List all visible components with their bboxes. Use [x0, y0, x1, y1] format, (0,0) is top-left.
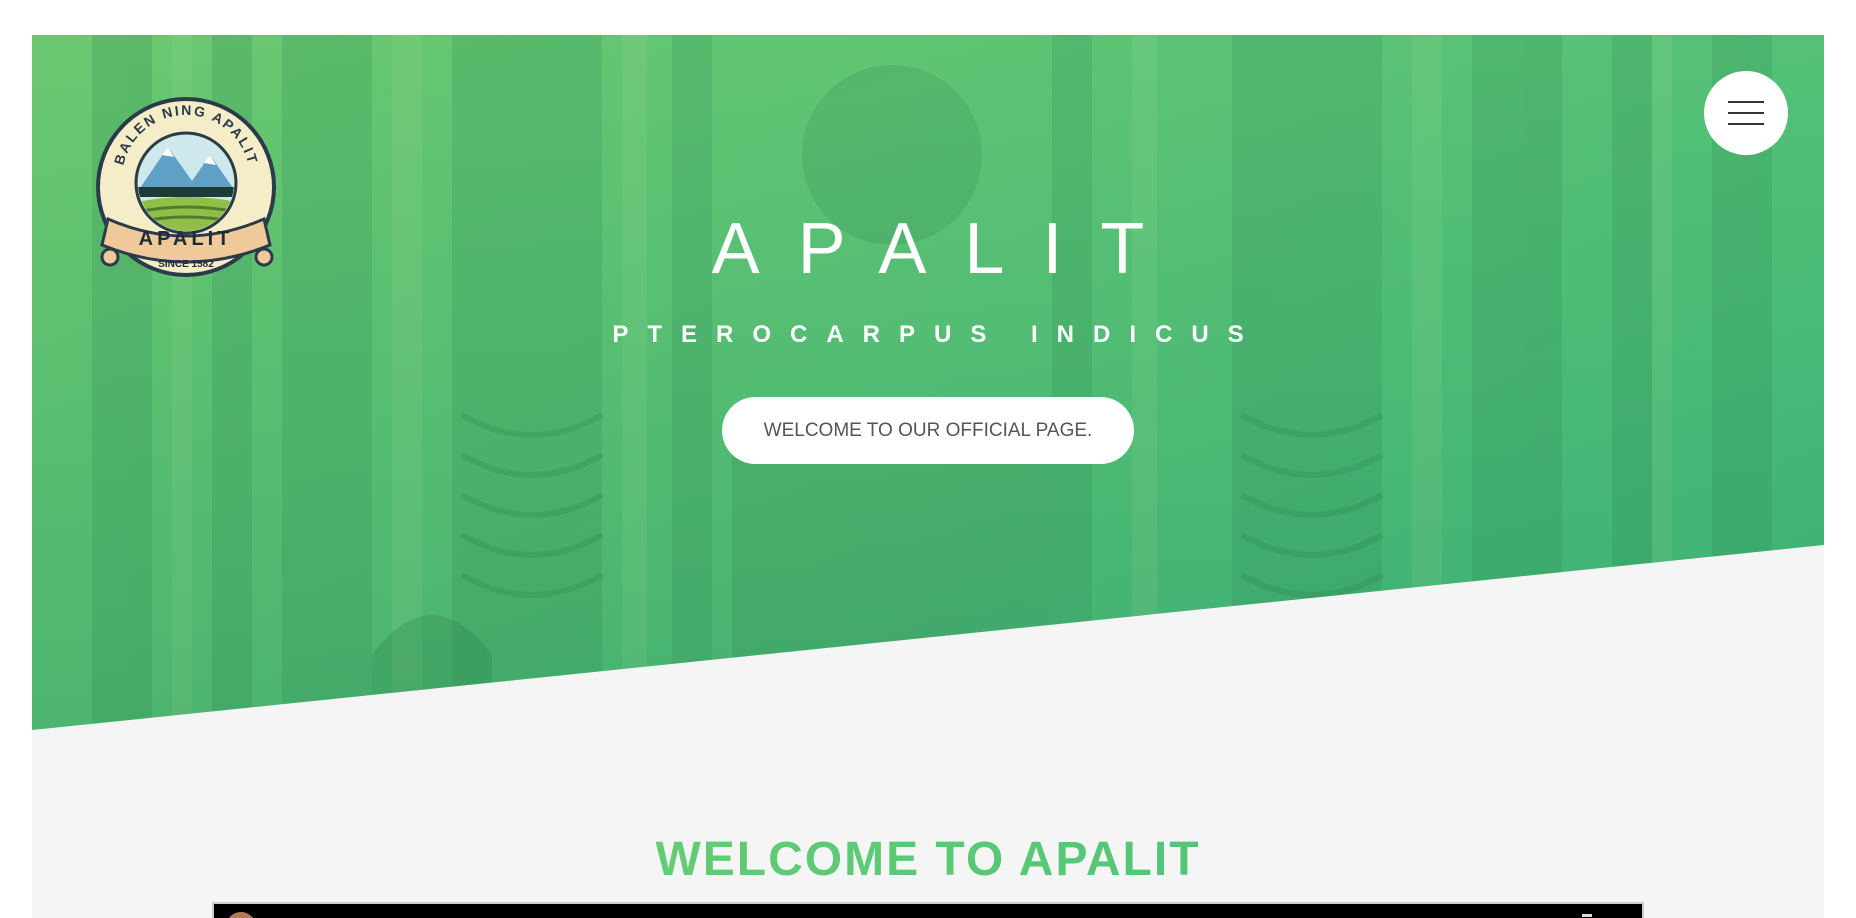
- page-frame: BALEN NING APALIT APALIT SINCE 1582 APAL…: [32, 35, 1824, 918]
- hero-background: [32, 35, 1824, 730]
- hero-banner: BALEN NING APALIT APALIT SINCE 1582 APAL…: [32, 35, 1824, 730]
- menu-icon-bar: [1728, 112, 1764, 114]
- hamburger-menu-button[interactable]: [1704, 71, 1788, 155]
- video-embed[interactable]: [212, 902, 1644, 918]
- video-control-icon[interactable]: [1582, 914, 1592, 917]
- menu-icon-bar: [1728, 123, 1764, 125]
- section-heading: WELCOME TO APALIT: [32, 836, 1824, 884]
- channel-avatar-icon[interactable]: [226, 912, 256, 918]
- welcome-button[interactable]: WELCOME TO OUR OFFICIAL PAGE.: [722, 397, 1134, 464]
- menu-icon-bar: [1728, 101, 1764, 103]
- hero-title: APALIT: [711, 209, 1183, 289]
- hero-subtitle: PTEROCARPUS INDICUS: [612, 321, 1263, 348]
